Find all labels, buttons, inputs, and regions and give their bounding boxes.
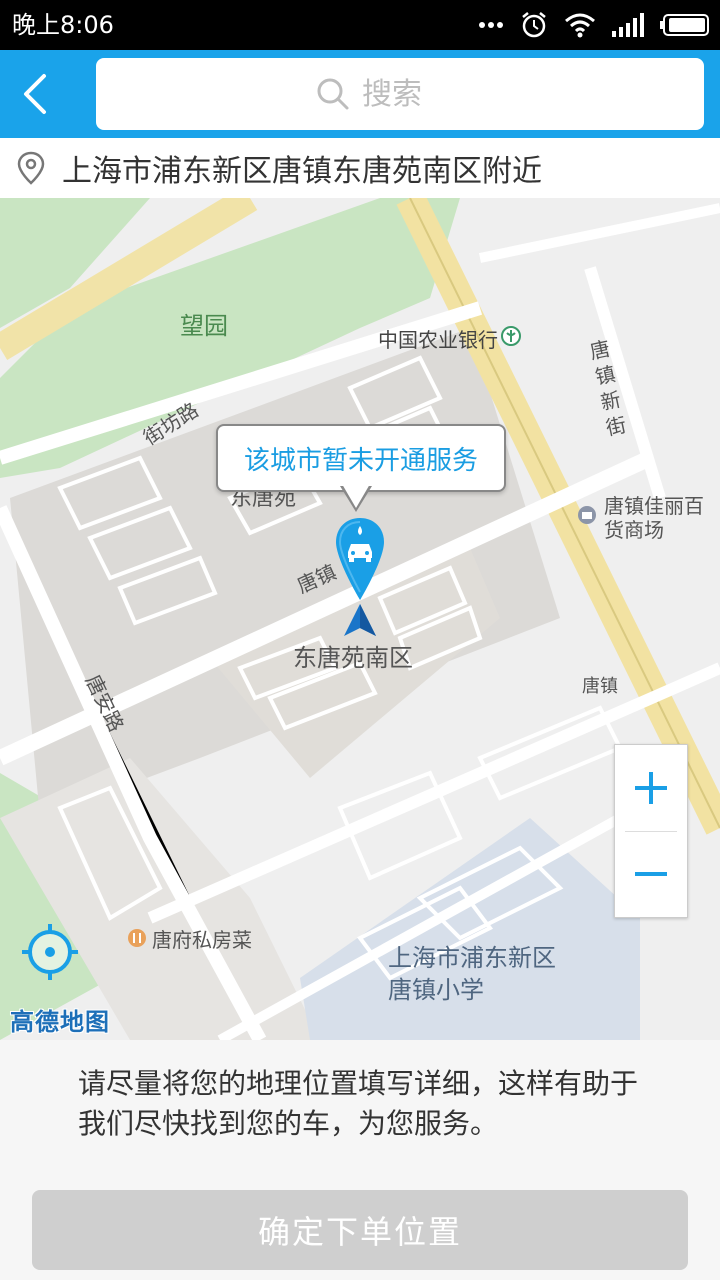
zoom-controls xyxy=(614,744,688,918)
search-icon xyxy=(317,78,349,110)
address-hint-text: 请尽量将您的地理位置填写详细，这样有助于我们尽快找到您的车，为您服务。 xyxy=(78,1067,639,1140)
alarm-icon xyxy=(522,12,546,38)
battery-icon xyxy=(660,14,709,36)
status-icons xyxy=(478,8,710,42)
map-label-dongtangyuan-south: 东唐苑南区 xyxy=(293,644,413,672)
wifi-icon xyxy=(565,13,595,38)
confirm-location-button[interactable]: 确定下单位置 xyxy=(32,1190,688,1270)
mall-icon xyxy=(578,506,596,524)
current-address: 上海市浦东新区唐镇东唐苑南区附近 xyxy=(62,154,542,189)
address-bar: 上海市浦东新区唐镇东唐苑南区附近 xyxy=(0,138,720,199)
map-label-wangyuan: 望园 xyxy=(180,312,228,340)
location-pin-icon xyxy=(17,151,45,185)
map-label-school: 上海市浦东新区唐镇小学 xyxy=(388,944,556,1004)
search-input[interactable] xyxy=(360,75,484,113)
top-bar xyxy=(0,50,720,138)
locate-crosshair-icon[interactable] xyxy=(22,924,78,980)
service-unavailable-callout: 该城市暂未开通服务 xyxy=(216,424,506,492)
map-label-tangfu: 唐府私房菜 xyxy=(152,928,252,952)
car-wash-marker-icon[interactable] xyxy=(334,516,386,640)
back-button[interactable] xyxy=(10,68,62,120)
bottom-panel: 请尽量将您的地理位置填写详细，这样有助于我们尽快找到您的车，为您服务。 确定下单… xyxy=(0,1040,720,1280)
search-box[interactable] xyxy=(96,58,704,130)
map-label-tangzhen-right: 唐镇 xyxy=(582,676,618,697)
chevron-left-icon xyxy=(24,74,46,114)
callout-tail-inner xyxy=(342,484,370,508)
map-label-tangzhen-jiali: 唐镇佳丽百货商场 xyxy=(604,494,704,542)
zoom-out-button[interactable] xyxy=(615,831,687,917)
bank-icon xyxy=(501,326,521,346)
map-label-abc-bank: 中国农业银行 xyxy=(378,328,498,352)
signal-icon xyxy=(612,13,644,37)
plus-icon xyxy=(635,772,667,804)
status-bar: 晚上8:06 xyxy=(0,0,720,50)
status-time: 晚上8:06 xyxy=(12,11,114,39)
more-dots-icon xyxy=(479,22,503,28)
amap-logo: 高德地图 xyxy=(10,1008,110,1036)
restaurant-icon xyxy=(128,929,146,947)
zoom-in-button[interactable] xyxy=(615,745,687,831)
minus-icon xyxy=(635,872,667,876)
